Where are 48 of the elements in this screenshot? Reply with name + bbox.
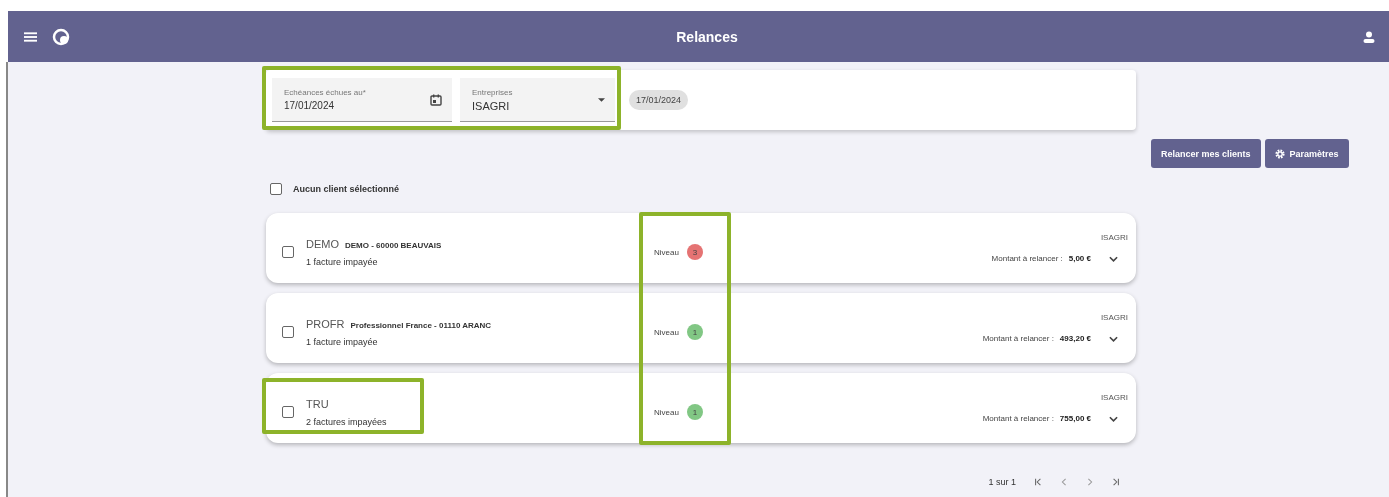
chevron-down-icon[interactable] xyxy=(1109,335,1118,342)
logo-icon[interactable] xyxy=(51,26,71,47)
invoice-count: 2 factures impayées xyxy=(306,416,387,427)
action-button[interactable]: Paramètres xyxy=(1264,139,1349,168)
client-checkbox[interactable] xyxy=(282,326,294,338)
amount-label: Montant à relancer : xyxy=(982,414,1054,423)
company-select[interactable]: Entreprises ISAGRI xyxy=(460,78,615,122)
level-label: Niveau xyxy=(654,327,679,337)
level-badge: 3 xyxy=(686,244,703,260)
amount-value: 493,20 € xyxy=(1059,334,1091,343)
user-icon[interactable] xyxy=(1363,30,1375,43)
client-card[interactable]: DEMO DEMO - 60000 BEAUVAIS 1 facture impayée Niveau 3 ISAGRI Montant à relancer : 5,00 € xyxy=(266,213,1136,283)
company-name: ISAGRI xyxy=(1100,233,1128,242)
calendar-icon[interactable] xyxy=(430,93,442,106)
client-code: TRU xyxy=(306,397,329,410)
settings-icon xyxy=(1274,148,1285,159)
amount-label: Montant à relancer : xyxy=(982,334,1054,343)
amount-value: 755,00 € xyxy=(1059,414,1091,423)
client-checkbox[interactable] xyxy=(282,246,294,258)
first-page-icon[interactable] xyxy=(1034,478,1042,486)
invoice-count: 1 facture impayée xyxy=(306,336,379,347)
client-checkbox[interactable] xyxy=(282,406,294,418)
amount-label: Montant à relancer : xyxy=(991,254,1063,263)
menu-icon[interactable] xyxy=(24,31,37,42)
amount-value: 5,00 € xyxy=(1068,254,1091,263)
chevron-down-icon[interactable] xyxy=(1109,415,1118,422)
page-range: 1 sur 1 xyxy=(988,477,1016,487)
date-chip: 17/01/2024 xyxy=(629,90,689,110)
company-name: ISAGRI xyxy=(1100,313,1128,322)
invoice-count: 1 facture impayée xyxy=(306,256,379,267)
dropdown-icon[interactable] xyxy=(598,97,605,102)
date-field[interactable]: Echéances échues au* 17/01/2024 xyxy=(272,78,452,122)
last-page-icon[interactable] xyxy=(1112,478,1120,486)
level-label: Niveau xyxy=(654,247,679,257)
company-name: ISAGRI xyxy=(1100,393,1128,402)
chevron-down-icon[interactable] xyxy=(1109,255,1118,262)
level-badge: 1 xyxy=(686,404,703,420)
select-all-checkbox[interactable] xyxy=(270,183,282,195)
client-name: Professionnel France - 01110 ARANC xyxy=(350,320,492,330)
level-badge: 1 xyxy=(686,324,703,340)
page-title: Relances xyxy=(675,28,739,45)
select-all-label: Aucun client sélectionné xyxy=(293,184,400,194)
level-label: Niveau xyxy=(654,407,679,417)
client-name: DEMO - 60000 BEAUVAIS xyxy=(345,240,442,250)
client-code: PROFR xyxy=(306,317,345,330)
action-button[interactable]: Relancer mes clients xyxy=(1151,139,1261,168)
client-code: DEMO xyxy=(306,237,339,250)
client-card[interactable]: PROFR Professionnel France - 01110 ARANC 1 facture impayée Niveau 1 ISAGRI Montant à relancer : 493,20 € xyxy=(266,293,1136,363)
